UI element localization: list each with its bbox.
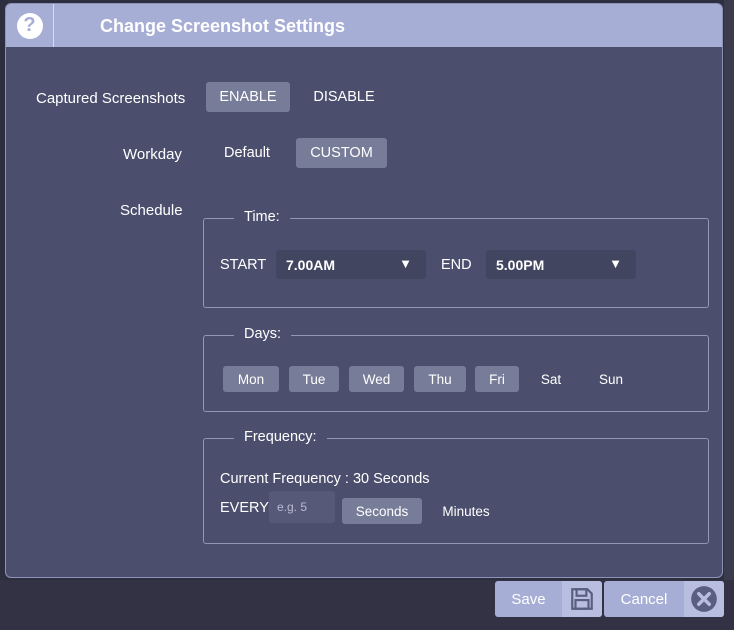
time-legend: Time: <box>234 209 290 225</box>
start-time-select[interactable]: 7.00AM ▼ <box>276 250 426 279</box>
help-icon: ? <box>16 12 43 39</box>
day-wed-button[interactable]: Wed <box>349 366 404 392</box>
settings-dialog: ? Change Screenshot Settings Captured Sc… <box>5 3 723 578</box>
day-fri-button[interactable]: Fri <box>475 366 519 392</box>
frequency-legend: Frequency: <box>234 429 327 445</box>
seconds-button[interactable]: Seconds <box>342 498 422 524</box>
floppy-disk-icon <box>562 581 602 617</box>
chevron-down-icon: ▼ <box>399 256 412 271</box>
help-button[interactable]: ? <box>6 4 54 47</box>
disable-button[interactable]: DISABLE <box>306 82 382 112</box>
current-frequency-text: Current Frequency : 30 Seconds <box>220 471 430 487</box>
days-legend: Days: <box>234 326 292 342</box>
save-button[interactable]: Save <box>495 581 602 617</box>
every-label: EVERY <box>220 500 269 516</box>
day-thu-button[interactable]: Thu <box>414 366 466 392</box>
start-time-value: 7.00AM <box>286 256 336 273</box>
cancel-button-label: Cancel <box>620 590 668 608</box>
cancel-button[interactable]: Cancel <box>604 581 724 617</box>
enable-button[interactable]: ENABLE <box>206 82 290 112</box>
workday-custom-button[interactable]: CUSTOM <box>296 138 387 168</box>
workday-default-button[interactable]: Default <box>212 138 282 168</box>
start-label: START <box>220 257 267 273</box>
workday-label: Workday <box>123 146 182 163</box>
day-sun-button[interactable]: Sun <box>589 366 633 392</box>
background-window-edge <box>724 0 734 630</box>
chevron-down-icon: ▼ <box>609 256 622 271</box>
day-tue-button[interactable]: Tue <box>289 366 339 392</box>
captured-screenshots-label: Captured Screenshots <box>36 90 186 107</box>
days-fieldset: Days: Mon Tue Wed Thu Fri Sat Sun <box>203 326 709 412</box>
close-circle-icon <box>684 581 724 617</box>
frequency-fieldset: Frequency: Current Frequency : 30 Second… <box>203 429 709 544</box>
dialog-titlebar: ? Change Screenshot Settings <box>6 4 722 47</box>
frequency-input[interactable] <box>269 491 335 523</box>
day-sat-button[interactable]: Sat <box>530 366 572 392</box>
end-label: END <box>441 257 472 273</box>
minutes-button[interactable]: Minutes <box>432 498 500 524</box>
time-fieldset: Time: START 7.00AM ▼ END 5.00PM ▼ <box>203 209 709 308</box>
save-button-label: Save <box>511 590 546 608</box>
schedule-label: Schedule <box>120 202 183 219</box>
end-time-select[interactable]: 5.00PM ▼ <box>486 250 636 279</box>
dialog-title: Change Screenshot Settings <box>100 16 346 36</box>
day-mon-button[interactable]: Mon <box>223 366 279 392</box>
end-time-value: 5.00PM <box>496 256 545 273</box>
